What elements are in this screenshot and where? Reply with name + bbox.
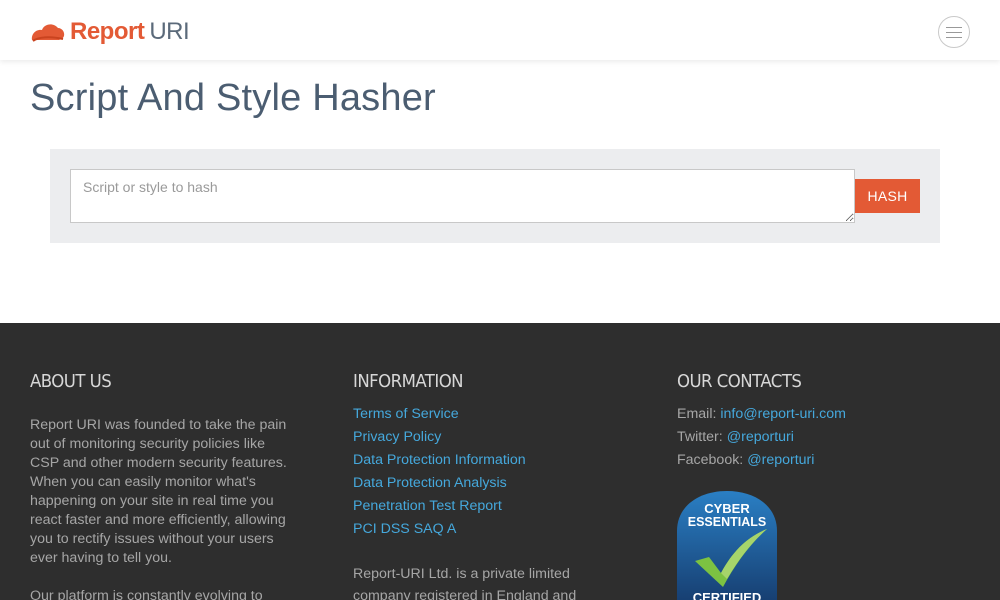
- twitter-link[interactable]: @reporturi: [727, 429, 794, 445]
- link-data-protection-information[interactable]: Data Protection Information: [353, 452, 526, 468]
- about-heading: ABOUT US: [30, 371, 112, 392]
- link-pci-dss-saq-a[interactable]: PCI DSS SAQ A: [353, 521, 456, 537]
- facebook-link[interactable]: @reporturi: [747, 452, 814, 468]
- contact-list: Email: info@report-uri.com Twitter: @rep…: [677, 405, 846, 474]
- hasher-panel: HASH: [50, 149, 940, 243]
- about-paragraph-2: Our platform is constantly evolving to: [30, 588, 263, 600]
- link-penetration-test-report[interactable]: Penetration Test Report: [353, 498, 502, 514]
- facebook-label: Facebook:: [677, 452, 744, 468]
- badge-line-3: CERTIFIED: [693, 590, 762, 600]
- twitter-label: Twitter:: [677, 429, 723, 445]
- information-heading: INFORMATION: [353, 371, 464, 392]
- logo-word-report: Report: [70, 18, 145, 45]
- contacts-heading: OUR CONTACTS: [677, 371, 802, 392]
- information-links: Terms of Service Privacy Policy Data Pro…: [353, 405, 526, 543]
- email-label: Email:: [677, 406, 717, 422]
- hamburger-menu-button[interactable]: [938, 16, 970, 48]
- hamburger-menu-icon: [946, 26, 962, 38]
- about-text: Report URI was founded to take the pain …: [30, 416, 292, 600]
- link-privacy-policy[interactable]: Privacy Policy: [353, 429, 441, 445]
- cloud-logo-icon: [31, 24, 65, 42]
- link-terms-of-service[interactable]: Terms of Service: [353, 406, 459, 422]
- about-paragraph-1: Report URI was founded to take the pain …: [30, 417, 287, 566]
- contact-facebook: Facebook: @reporturi: [677, 451, 846, 474]
- hash-button[interactable]: HASH: [855, 179, 920, 213]
- report-uri-logo[interactable]: Report URI: [30, 17, 190, 47]
- link-data-protection-analysis[interactable]: Data Protection Analysis: [353, 475, 507, 491]
- badge-line-2: ESSENTIALS: [688, 515, 767, 529]
- top-navigation-bar: Report URI: [0, 0, 1000, 60]
- logo-word-uri: URI: [149, 18, 190, 45]
- page-title: Script And Style Hasher: [30, 77, 436, 119]
- cyber-essentials-badge: CYBER ESSENTIALS CERTIFIED: [677, 491, 777, 600]
- email-link[interactable]: info@report-uri.com: [720, 406, 846, 422]
- site-footer: ABOUT US Report URI was founded to take …: [0, 323, 1000, 600]
- contact-email: Email: info@report-uri.com: [677, 405, 846, 428]
- company-text: Report-URI Ltd. is a private limited com…: [353, 566, 577, 600]
- badge-line-1: CYBER: [704, 501, 750, 516]
- script-style-input[interactable]: [70, 169, 855, 223]
- contact-twitter: Twitter: @reporturi: [677, 428, 846, 451]
